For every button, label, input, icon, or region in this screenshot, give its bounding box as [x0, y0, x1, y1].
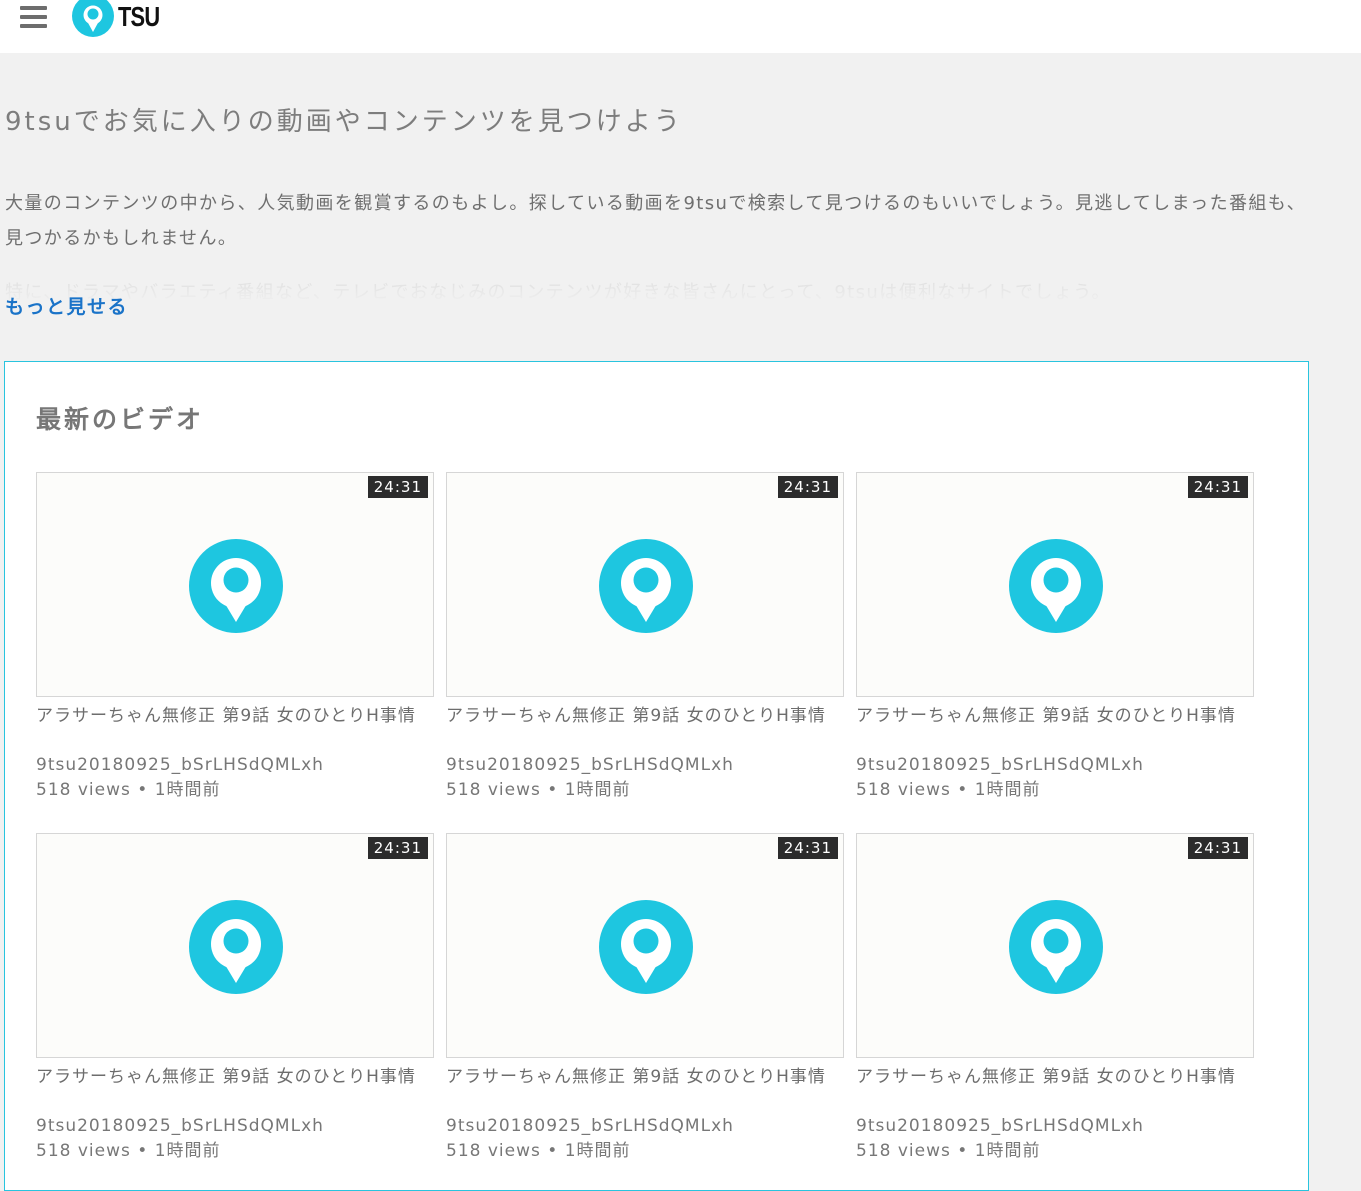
9tsu-pin-logo-icon: [189, 539, 283, 633]
video-duration: 24:31: [777, 837, 838, 859]
video-meta: 518 views • 1時間前: [856, 780, 1041, 800]
video-id: 9tsu20180925_bSrLHSdQMLxh: [36, 1116, 324, 1136]
9tsu-pin-logo-icon: [599, 539, 693, 633]
video-thumbnail[interactable]: 24:31: [36, 472, 434, 697]
9tsu-pin-logo-icon: [1009, 900, 1103, 994]
video-id: 9tsu20180925_bSrLHSdQMLxh: [856, 755, 1144, 775]
video-meta: 518 views • 1時間前: [446, 780, 631, 800]
video-title[interactable]: アラサーちゃん無修正 第9話 女のひとりH事情: [36, 704, 434, 729]
video-thumbnail[interactable]: 24:31: [36, 833, 434, 1058]
video-id: 9tsu20180925_bSrLHSdQMLxh: [856, 1116, 1144, 1136]
video-meta: 518 views • 1時間前: [446, 1141, 631, 1161]
video-id: 9tsu20180925_bSrLHSdQMLxh: [36, 755, 324, 775]
latest-videos-panel: 最新のビデオ 24:31 アラサーちゃん無修正 第9話 女のひとりH事情 9ts…: [4, 361, 1309, 1191]
video-card[interactable]: 24:31 アラサーちゃん無修正 第9話 女のひとりH事情 9tsu201809…: [36, 472, 434, 812]
video-card[interactable]: 24:31 アラサーちゃん無修正 第9話 女のひとりH事情 9tsu201809…: [446, 833, 844, 1173]
video-id: 9tsu20180925_bSrLHSdQMLxh: [446, 755, 734, 775]
video-meta: 518 views • 1時間前: [36, 1141, 221, 1161]
video-thumbnail[interactable]: 24:31: [856, 833, 1254, 1058]
hero-faded-text: 特に、ドラマやバラエティ番組など、テレビでおなじみのコンテンツが好きな皆さんにと…: [0, 272, 1320, 302]
video-meta: 518 views • 1時間前: [856, 1141, 1041, 1161]
9tsu-pin-logo-icon: [599, 900, 693, 994]
hero-faded-line: 特に、ドラマやバラエティ番組など、テレビでおなじみのコンテンツが好きな皆さんにと…: [5, 282, 1111, 302]
video-duration: 24:31: [1187, 476, 1248, 498]
video-title[interactable]: アラサーちゃん無修正 第9話 女のひとりH事情: [856, 1065, 1254, 1090]
9tsu-pin-logo-icon: [72, 0, 114, 37]
video-card[interactable]: 24:31 アラサーちゃん無修正 第9話 女のひとりH事情 9tsu201809…: [36, 833, 434, 1173]
page-scrollbar[interactable]: [1343, 53, 1361, 1184]
video-card[interactable]: 24:31 アラサーちゃん無修正 第9話 女のひとりH事情 9tsu201809…: [446, 472, 844, 812]
video-duration: 24:31: [367, 476, 428, 498]
video-meta: 518 views • 1時間前: [36, 780, 221, 800]
show-more-link[interactable]: もっと見せる: [5, 292, 128, 319]
9tsu-pin-logo-icon: [189, 900, 283, 994]
site-header: TSU: [0, 0, 1361, 53]
video-title[interactable]: アラサーちゃん無修正 第9話 女のひとりH事情: [36, 1065, 434, 1090]
video-id: 9tsu20180925_bSrLHSdQMLxh: [446, 1116, 734, 1136]
hero-title: 9tsuでお気に入りの動画やコンテンツを見つけよう: [5, 107, 683, 137]
site-logo[interactable]: TSU: [71, 0, 171, 40]
video-title[interactable]: アラサーちゃん無修正 第9話 女のひとりH事情: [856, 704, 1254, 729]
hamburger-menu-icon[interactable]: [20, 6, 48, 28]
hero-description: 大量のコンテンツの中から、人気動画を観賞するのもよし。探している動画を9tsuで…: [5, 193, 1307, 249]
video-title[interactable]: アラサーちゃん無修正 第9話 女のひとりH事情: [446, 1065, 844, 1090]
video-title[interactable]: アラサーちゃん無修正 第9話 女のひとりH事情: [446, 704, 844, 729]
video-thumbnail[interactable]: 24:31: [446, 833, 844, 1058]
video-duration: 24:31: [1187, 837, 1248, 859]
9tsu-pin-logo-icon: [1009, 539, 1103, 633]
video-thumbnail[interactable]: 24:31: [446, 472, 844, 697]
video-card[interactable]: 24:31 アラサーちゃん無修正 第9話 女のひとりH事情 9tsu201809…: [856, 472, 1254, 812]
video-thumbnail[interactable]: 24:31: [856, 472, 1254, 697]
logo-text: TSU: [118, 1, 160, 32]
video-card[interactable]: 24:31 アラサーちゃん無修正 第9話 女のひとりH事情 9tsu201809…: [856, 833, 1254, 1173]
video-duration: 24:31: [777, 476, 838, 498]
latest-videos-title: 最新のビデオ: [36, 405, 205, 434]
video-duration: 24:31: [367, 837, 428, 859]
